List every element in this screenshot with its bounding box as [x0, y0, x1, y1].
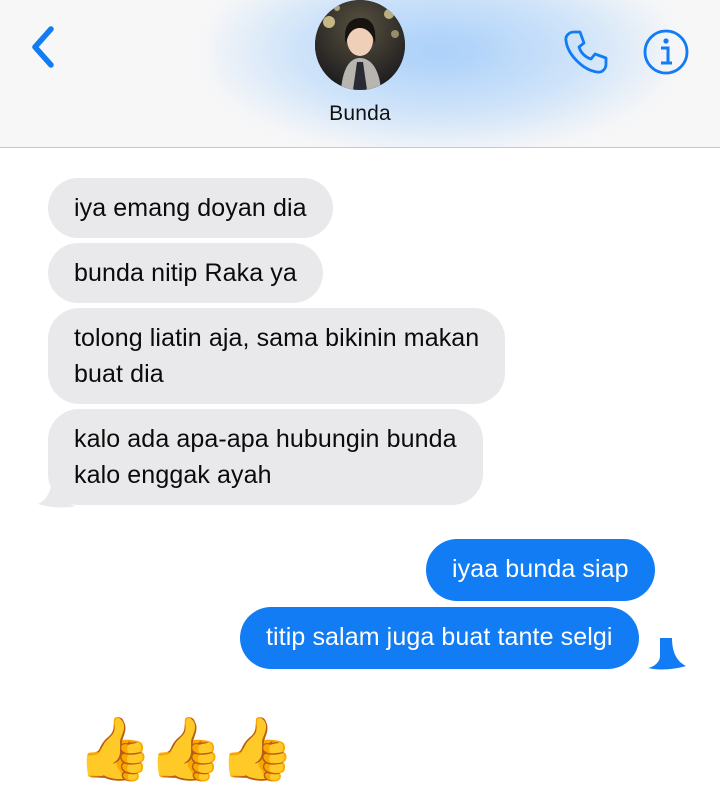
message-text-line: kalo ada apa-apa hubungin bunda	[74, 425, 457, 453]
info-button[interactable]	[640, 26, 692, 78]
message-text: iyaa bunda siap	[452, 555, 629, 583]
back-button[interactable]	[22, 22, 66, 72]
info-icon	[643, 29, 689, 75]
message-bubble[interactable]: tolong liatin aja, sama bikinin makan bu…	[48, 308, 506, 404]
message-bubble[interactable]: iya emang doyan dia	[48, 178, 333, 238]
message-text-line: buat dia	[74, 360, 164, 388]
message-bubble[interactable]: kalo ada apa-apa hubungin bunda kalo eng…	[48, 409, 483, 505]
message-text: bunda nitip Raka ya	[74, 259, 297, 287]
phone-icon	[564, 30, 608, 74]
avatar-photo	[315, 0, 405, 90]
message-text: titip salam juga buat tante selgi	[266, 623, 613, 651]
call-button[interactable]	[560, 26, 612, 78]
incoming-bubble-tail	[38, 476, 76, 508]
contact-name[interactable]: Bunda	[0, 102, 720, 126]
message-bubble[interactable]: titip salam juga buat tante selgi	[240, 607, 639, 669]
message-bubble[interactable]: bunda nitip Raka ya	[48, 243, 323, 303]
emoji-message[interactable]: 👍👍👍	[76, 710, 296, 790]
outgoing-bubble-tail	[648, 638, 686, 670]
chevron-left-icon	[32, 26, 54, 68]
message-text-line: tolong liatin aja, sama bikinin makan	[74, 324, 480, 352]
message-text-line: kalo enggak ayah	[74, 461, 272, 489]
message-bubble[interactable]: iyaa bunda siap	[426, 539, 655, 601]
conversation-header: Bunda	[0, 0, 720, 148]
message-text: iya emang doyan dia	[74, 194, 307, 222]
contact-avatar[interactable]	[315, 0, 405, 90]
